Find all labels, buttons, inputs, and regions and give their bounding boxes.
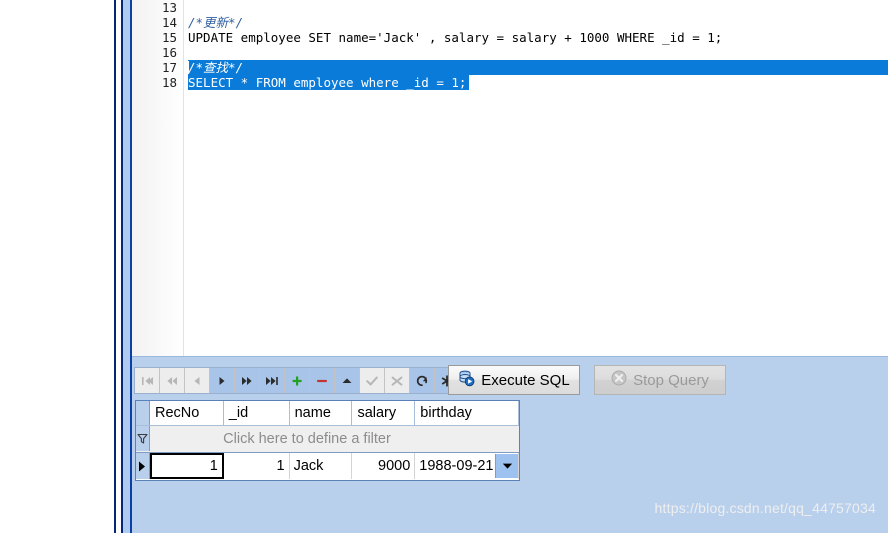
panel-top-divider bbox=[132, 356, 888, 357]
grid-cell[interactable]: 1988-09-21 bbox=[415, 453, 519, 479]
chevron-down-icon[interactable] bbox=[495, 454, 518, 478]
grid-filter-row[interactable]: Click here to define a filter bbox=[136, 426, 519, 453]
grid-cell-value: 9000 bbox=[378, 458, 411, 474]
editor-code-area[interactable]: 13 14 /*更新*/ 15 UPDATE employee SET name='Ja… bbox=[132, 0, 888, 356]
stop-query-label: Stop Query bbox=[633, 371, 709, 389]
grid-column-header-label: salary bbox=[357, 405, 397, 421]
execute-sql-label: Execute SQL bbox=[481, 371, 570, 389]
minus-icon bbox=[315, 375, 329, 387]
check-icon bbox=[365, 375, 379, 387]
editor-line-text: /*查找*/ bbox=[188, 60, 244, 75]
last-icon bbox=[265, 375, 279, 387]
cross-icon bbox=[390, 375, 404, 387]
next-icon bbox=[215, 375, 229, 387]
delete-record-button[interactable] bbox=[310, 368, 335, 393]
editor-line[interactable]: 13 bbox=[132, 0, 888, 15]
grid-header-indicator bbox=[136, 401, 150, 425]
refresh-data-button[interactable] bbox=[410, 368, 435, 393]
editor-line[interactable]: 14 /*更新*/ bbox=[132, 15, 888, 30]
stop-circle-icon bbox=[611, 370, 627, 390]
grid-cell-value: 1988-09-21 bbox=[419, 458, 494, 474]
editor-line-text: UPDATE employee SET name='Jack' , salary… bbox=[188, 30, 723, 45]
refresh-icon bbox=[415, 375, 429, 387]
edit-record-button[interactable] bbox=[335, 368, 360, 393]
editor-selection bbox=[188, 60, 888, 75]
stop-query-button[interactable]: Stop Query bbox=[594, 365, 726, 395]
prior-record-button[interactable] bbox=[185, 368, 210, 393]
last-record-button[interactable] bbox=[260, 368, 285, 393]
table-row[interactable]: 1 1 Jack 9000 1988-09-21 bbox=[136, 453, 519, 480]
sql-editor[interactable]: 13 14 /*更新*/ 15 UPDATE employee SET name='Ja… bbox=[132, 0, 888, 356]
arrow-right-icon bbox=[136, 453, 150, 479]
grid-cell-value: Jack bbox=[293, 458, 324, 474]
app-window: 13 14 /*更新*/ 15 UPDATE employee SET name='Ja… bbox=[0, 0, 888, 533]
editor-line-number: 18 bbox=[161, 75, 177, 90]
next-page-icon bbox=[240, 375, 254, 387]
grid-column-header-label: name bbox=[294, 405, 331, 421]
first-record-button[interactable] bbox=[135, 368, 160, 393]
text-caret bbox=[188, 61, 189, 74]
filter-prompt-label[interactable]: Click here to define a filter bbox=[150, 426, 519, 451]
grid-cell[interactable]: 9000 bbox=[352, 453, 416, 479]
editor-line[interactable]: 16 bbox=[132, 45, 888, 60]
grid-cell[interactable]: 1 bbox=[224, 453, 290, 479]
editor-line-number: 14 bbox=[161, 15, 177, 30]
database-run-icon bbox=[458, 370, 475, 391]
cancel-edit-button[interactable] bbox=[385, 368, 410, 393]
next-page-button[interactable] bbox=[235, 368, 260, 393]
result-grid[interactable]: RecNo _id name salary birthday Click here to… bbox=[135, 400, 520, 481]
watermark-text: https://blog.csdn.net/qq_44757034 bbox=[654, 500, 876, 516]
grid-cell[interactable]: Jack bbox=[290, 453, 353, 479]
grid-column-header[interactable]: RecNo bbox=[149, 401, 224, 425]
grid-header-row: RecNo _id name salary birthday bbox=[136, 401, 520, 426]
editor-line-number: 13 bbox=[161, 0, 177, 15]
grid-column-header[interactable]: birthday bbox=[415, 401, 520, 425]
grid-column-header[interactable]: salary bbox=[352, 401, 416, 425]
grid-column-header-label: RecNo bbox=[154, 405, 200, 421]
prior-page-button[interactable] bbox=[160, 368, 185, 393]
next-record-button[interactable] bbox=[210, 368, 235, 393]
execute-sql-button[interactable]: Execute SQL bbox=[448, 365, 580, 395]
editor-line[interactable]: 17 /*查找*/ bbox=[132, 60, 888, 75]
editor-line[interactable]: 18 SELECT * FROM employee where _id = 1; bbox=[132, 75, 888, 90]
record-navigator-toolbar[interactable] bbox=[134, 367, 486, 394]
post-edit-button[interactable] bbox=[360, 368, 385, 393]
prev-icon bbox=[190, 375, 204, 387]
editor-line-number: 15 bbox=[161, 30, 177, 45]
grid-cell[interactable]: 1 bbox=[149, 453, 224, 479]
grid-column-header-label: _id bbox=[228, 405, 249, 421]
first-icon bbox=[140, 375, 154, 387]
grid-column-header[interactable]: name bbox=[289, 401, 353, 425]
editor-line-text: /*更新*/ bbox=[188, 15, 244, 30]
editor-line-text: SELECT * FROM employee where _id = 1; bbox=[188, 75, 467, 90]
funnel-icon bbox=[136, 426, 150, 451]
prev-page-icon bbox=[165, 375, 179, 387]
insert-record-button[interactable] bbox=[285, 368, 310, 393]
grid-column-header[interactable]: _id bbox=[223, 401, 290, 425]
plus-icon bbox=[290, 375, 304, 387]
editor-line-number: 16 bbox=[161, 45, 177, 60]
grid-cell-value: 1 bbox=[209, 458, 218, 474]
grid-column-header-label: birthday bbox=[420, 405, 472, 421]
editor-line[interactable]: 15 UPDATE employee SET name='Jack' , sala… bbox=[132, 30, 888, 45]
caret-up-icon bbox=[340, 375, 354, 387]
editor-line-number: 17 bbox=[161, 60, 177, 75]
grid-cell-value: 1 bbox=[276, 458, 285, 474]
